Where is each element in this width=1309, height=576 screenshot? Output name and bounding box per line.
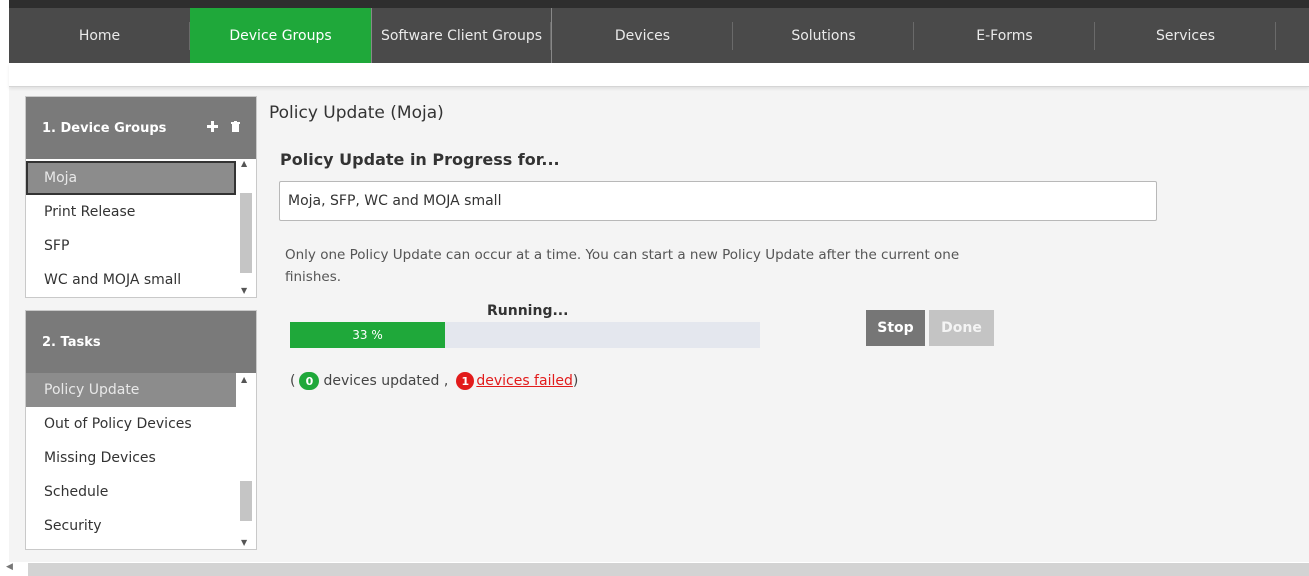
scroll-up-icon[interactable]: ▲ [241,159,247,168]
horizontal-scroll-thumb[interactable] [28,563,1309,576]
nav-home[interactable]: Home [9,8,190,63]
left-edge [0,0,9,576]
updated-text: devices updated , [323,373,449,389]
device-group-item-moja[interactable]: Moja [26,161,236,195]
open-paren: ( [290,373,296,389]
tasks-header: 2. Tasks [26,311,256,373]
tasks-title: 2. Tasks [42,334,101,350]
scroll-down-icon[interactable]: ▼ [241,286,247,295]
horizontal-scrollbar[interactable]: ◀ [0,562,1309,576]
nav-device-groups[interactable]: Device Groups [190,8,371,63]
tasks-list: Policy Update Out of Policy Devices Miss… [26,373,256,549]
scroll-left-icon[interactable]: ◀ [6,562,13,572]
device-group-item-wc-and-moja-small[interactable]: WC and MOJA small [26,263,236,297]
scroll-thumb[interactable] [240,481,252,521]
task-item-schedule[interactable]: Schedule [26,475,236,509]
task-item-policy-update[interactable]: Policy Update [26,373,236,407]
nav-services[interactable]: Services [1095,8,1276,63]
task-item-missing-devices[interactable]: Missing Devices [26,441,236,475]
page-title: Policy Update (Moja) [269,103,444,123]
device-groups-header: 1. Device Groups [26,97,256,159]
tasks-panel: 2. Tasks Policy Update Out of Policy Dev… [25,310,257,550]
failed-count-badge: 1 [456,372,475,390]
close-paren: ) [572,373,579,389]
progress-bar: 33 % [290,322,760,348]
device-group-item-sfp[interactable]: SFP [26,229,236,263]
progress-label: 33 % [352,328,383,342]
nav-solutions[interactable]: Solutions [733,8,914,63]
scroll-down-icon[interactable]: ▼ [241,538,247,547]
info-message: Only one Policy Update can occur at a ti… [285,247,960,285]
done-button[interactable]: Done [929,310,994,346]
top-navigation: Home Device Groups Software Client Group… [9,0,1309,63]
nav-e-forms[interactable]: E-Forms [914,8,1095,63]
section-title: Policy Update in Progress for... [280,150,560,169]
task-item-out-of-policy-devices[interactable]: Out of Policy Devices [26,407,236,441]
device-groups-panel: 1. Device Groups Moja Print Release SFP … [25,96,257,298]
nav-menu: Home Device Groups Software Client Group… [9,8,1309,63]
scroll-thumb[interactable] [240,193,252,273]
sub-toolbar [9,63,1309,87]
devices-failed-link[interactable]: devices failed [476,373,573,389]
status-label: Running... [487,303,569,319]
device-group-item-print-release[interactable]: Print Release [26,195,236,229]
groups-in-progress-field: Moja, SFP, WC and MOJA small [279,181,1157,221]
progress-fill: 33 % [290,322,446,348]
updated-count-badge: 0 [299,372,320,390]
device-groups-scrollbar[interactable]: ▲ ▼ [238,159,252,295]
device-groups-title: 1. Device Groups [42,120,167,136]
trash-icon[interactable] [231,120,240,136]
result-summary: ( 0 devices updated , 1 devices failed ) [290,372,578,390]
tasks-scrollbar[interactable]: ▲ ▼ [238,373,252,549]
nav-devices[interactable]: Devices [552,8,733,63]
nav-software-client-groups[interactable]: Software Client Groups [371,8,552,63]
device-groups-actions [199,120,240,136]
scroll-up-icon[interactable]: ▲ [241,375,247,384]
task-item-security[interactable]: Security [26,509,236,543]
device-groups-list: Moja Print Release SFP WC and MOJA small… [26,159,256,295]
stop-button[interactable]: Stop [866,310,925,346]
plus-icon[interactable] [207,120,223,136]
